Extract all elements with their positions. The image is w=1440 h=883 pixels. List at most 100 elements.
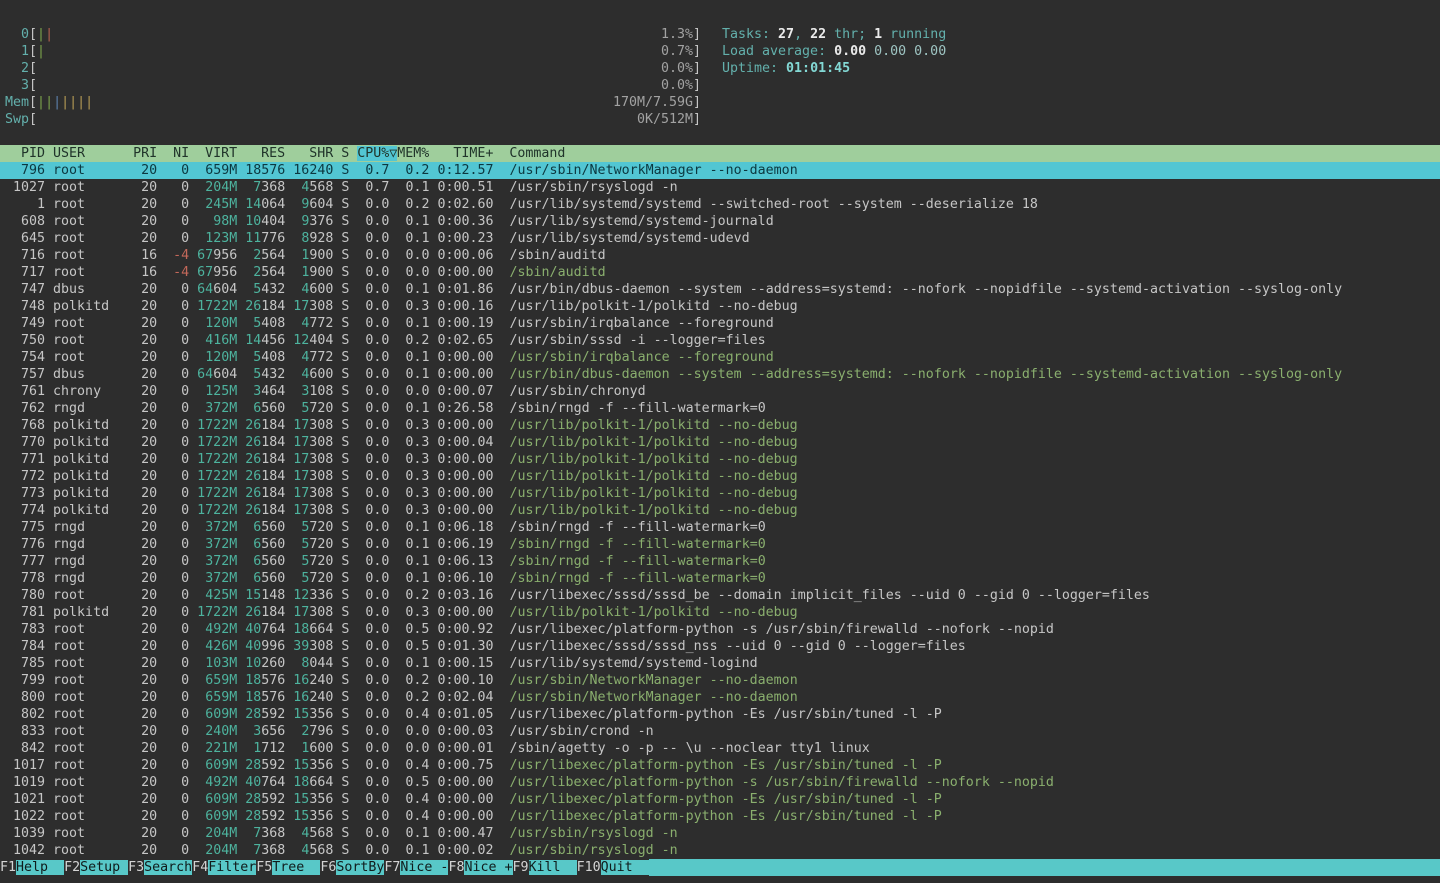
mem-percent-cell: 0.3 [397, 605, 437, 620]
process-row-784[interactable]: 784 root 20 0 426M 40996 39308 S 0.0 0.5… [0, 638, 1440, 655]
process-row-768[interactable]: 768 polkitd 20 0 1722M 26184 17308 S 0.0… [0, 417, 1440, 434]
meter-close-bracket: ] [693, 78, 701, 93]
process-row-749[interactable]: 749 root 20 0 120M 5408 4772 S 0.0 0.1 0… [0, 315, 1440, 332]
process-row-777[interactable]: 777 rngd 20 0 372M 6560 5720 S 0.0 0.1 0… [0, 553, 1440, 570]
mem-value-kb: 604 [309, 197, 333, 212]
fn-f1-help[interactable]: F1Help [0, 859, 64, 876]
fn-f6-sortby[interactable]: F6SortBy [320, 859, 384, 876]
command-cell: /usr/bin/dbus-daemon --system --address=… [510, 367, 1343, 382]
process-row-774[interactable]: 774 polkitd 20 0 1722M 26184 17308 S 0.0… [0, 502, 1440, 519]
process-row-796[interactable]: 796 root 20 0 659M 18576 16240 S 0.7 0.2… [0, 162, 1440, 179]
mem-value-kb: 148 [261, 588, 285, 603]
fn-f8-nice-[interactable]: F8Nice + [448, 859, 512, 876]
process-row-799[interactable]: 799 root 20 0 659M 18576 16240 S 0.0 0.2… [0, 672, 1440, 689]
process-row-1027[interactable]: 1027 root 20 0 204M 7368 4568 S 0.7 0.1 … [0, 179, 1440, 196]
pid-cell: 608 [5, 214, 45, 229]
fn-f2-setup[interactable]: F2Setup [64, 859, 128, 876]
meter-value: 0K/512M [637, 111, 693, 128]
process-row-1019[interactable]: 1019 root 20 0 492M 40764 18664 S 0.0 0.… [0, 774, 1440, 791]
command-cell: /usr/lib/systemd/systemd-udevd [510, 231, 750, 246]
process-row-757[interactable]: 757 dbus 20 0 64604 5432 4600 S 0.0 0.1 … [0, 366, 1440, 383]
process-row-1042[interactable]: 1042 root 20 0 204M 7368 4568 S 0.0 0.1 … [0, 842, 1440, 859]
process-row-645[interactable]: 645 root 20 0 123M 11776 8928 S 0.0 0.1 … [0, 230, 1440, 247]
process-row-781[interactable]: 781 polkitd 20 0 1722M 26184 17308 S 0.0… [0, 604, 1440, 621]
meter-bar: | [77, 95, 85, 110]
mem-value: 1722M [197, 418, 237, 433]
time-cell: 0:00.00 [437, 486, 509, 501]
process-row-775[interactable]: 775 rngd 20 0 372M 6560 5720 S 0.0 0.1 0… [0, 519, 1440, 536]
process-row-716[interactable]: 716 root 16 -4 67956 2564 1900 S 0.0 0.0… [0, 247, 1440, 264]
mem-value: 1722M [197, 503, 237, 518]
process-row-842[interactable]: 842 root 20 0 221M 1712 1600 S 0.0 0.0 0… [0, 740, 1440, 757]
priority-cell: 20 [133, 809, 165, 824]
mem-value-kb: 336 [309, 588, 333, 603]
cpu-percent-cell: 0.0 [357, 248, 397, 263]
process-row-750[interactable]: 750 root 20 0 416M 14456 12404 S 0.0 0.2… [0, 332, 1440, 349]
process-row-754[interactable]: 754 root 20 0 120M 5408 4772 S 0.0 0.1 0… [0, 349, 1440, 366]
priority-cell: 20 [133, 231, 165, 246]
pid-cell: 774 [5, 503, 45, 518]
user-cell: root [45, 758, 133, 773]
mem-percent-cell: 0.1 [397, 401, 437, 416]
time-cell: 0:01.86 [437, 282, 509, 297]
process-row-748[interactable]: 748 polkitd 20 0 1722M 26184 17308 S 0.0… [0, 298, 1440, 315]
nice-cell: 0 [165, 282, 189, 297]
mem-value-mb: 14 [245, 333, 261, 348]
process-row-1021[interactable]: 1021 root 20 0 609M 28592 15356 S 0.0 0.… [0, 791, 1440, 808]
process-table-header[interactable]: PID USER PRI NI VIRT RES SHR S CPU%▽MEM%… [0, 145, 1440, 162]
mem-value-mb: 18 [245, 163, 261, 178]
state-cell: S [333, 367, 357, 382]
command-cell: /usr/libexec/platform-python -Es /usr/sb… [510, 809, 942, 824]
state-cell: S [333, 537, 357, 552]
mem-value-kb: 240 [309, 163, 333, 178]
process-row-833[interactable]: 833 root 20 0 240M 3656 2796 S 0.0 0.0 0… [0, 723, 1440, 740]
cpu-meter-0: 0[||1.3%] [5, 26, 701, 43]
fn-f3-search[interactable]: F3Search [128, 859, 192, 876]
column-header-cpu-sort[interactable]: CPU%▽ [357, 146, 397, 161]
process-row-773[interactable]: 773 polkitd 20 0 1722M 26184 17308 S 0.0… [0, 485, 1440, 502]
priority-cell: 20 [133, 333, 165, 348]
process-row-1017[interactable]: 1017 root 20 0 609M 28592 15356 S 0.0 0.… [0, 757, 1440, 774]
command-cell: /sbin/rngd -f --fill-watermark=0 [510, 537, 766, 552]
process-row-1[interactable]: 1 root 20 0 245M 14064 9604 S 0.0 0.2 0:… [0, 196, 1440, 213]
process-row-1022[interactable]: 1022 root 20 0 609M 28592 15356 S 0.0 0.… [0, 808, 1440, 825]
meter-close-bracket: ] [693, 112, 701, 127]
priority-cell: 20 [133, 724, 165, 739]
cpu-percent-cell: 0.0 [357, 622, 397, 637]
fn-f5-tree[interactable]: F5Tree [256, 859, 320, 876]
fn-f4-filter[interactable]: F4Filter [192, 859, 256, 876]
fn-f7-nice-[interactable]: F7Nice - [384, 859, 448, 876]
pid-cell: 747 [5, 282, 45, 297]
process-row-762[interactable]: 762 rngd 20 0 372M 6560 5720 S 0.0 0.1 0… [0, 400, 1440, 417]
process-row-717[interactable]: 717 root 16 -4 67956 2564 1900 S 0.0 0.0… [0, 264, 1440, 281]
mem-value: 125M [205, 384, 237, 399]
process-row-1039[interactable]: 1039 root 20 0 204M 7368 4568 S 0.0 0.1 … [0, 825, 1440, 842]
process-row-747[interactable]: 747 dbus 20 0 64604 5432 4600 S 0.0 0.1 … [0, 281, 1440, 298]
process-row-770[interactable]: 770 polkitd 20 0 1722M 26184 17308 S 0.0… [0, 434, 1440, 451]
mem-value: 204M [205, 180, 237, 195]
process-row-802[interactable]: 802 root 20 0 609M 28592 15356 S 0.0 0.4… [0, 706, 1440, 723]
process-row-785[interactable]: 785 root 20 0 103M 10260 8044 S 0.0 0.1 … [0, 655, 1440, 672]
mem-value-kb: 576 [261, 163, 285, 178]
fn-f9-kill[interactable]: F9Kill [513, 859, 577, 876]
process-row-776[interactable]: 776 rngd 20 0 372M 6560 5720 S 0.0 0.1 0… [0, 536, 1440, 553]
state-cell: S [333, 231, 357, 246]
mem-percent-cell: 0.1 [397, 231, 437, 246]
pid-cell: 784 [5, 639, 45, 654]
process-row-780[interactable]: 780 root 20 0 425M 15148 12336 S 0.0 0.2… [0, 587, 1440, 604]
process-row-761[interactable]: 761 chrony 20 0 125M 3464 3108 S 0.0 0.0… [0, 383, 1440, 400]
process-row-772[interactable]: 772 polkitd 20 0 1722M 26184 17308 S 0.0… [0, 468, 1440, 485]
process-row-778[interactable]: 778 rngd 20 0 372M 6560 5720 S 0.0 0.1 0… [0, 570, 1440, 587]
user-cell: root [45, 792, 133, 807]
threads-label: thr; [826, 27, 874, 42]
process-row-800[interactable]: 800 root 20 0 659M 18576 16240 S 0.0 0.2… [0, 689, 1440, 706]
process-row-608[interactable]: 608 root 20 0 98M 10404 9376 S 0.0 0.1 0… [0, 213, 1440, 230]
process-row-771[interactable]: 771 polkitd 20 0 1722M 26184 17308 S 0.0… [0, 451, 1440, 468]
fn-f10-quit[interactable]: F10Quit [577, 859, 649, 876]
pid-cell: 757 [5, 367, 45, 382]
mem-percent-cell: 0.2 [397, 690, 437, 705]
cpu-percent-cell: 0.0 [357, 384, 397, 399]
meter-label: 2 [5, 61, 29, 76]
state-cell: S [333, 775, 357, 790]
process-row-783[interactable]: 783 root 20 0 492M 40764 18664 S 0.0 0.5… [0, 621, 1440, 638]
